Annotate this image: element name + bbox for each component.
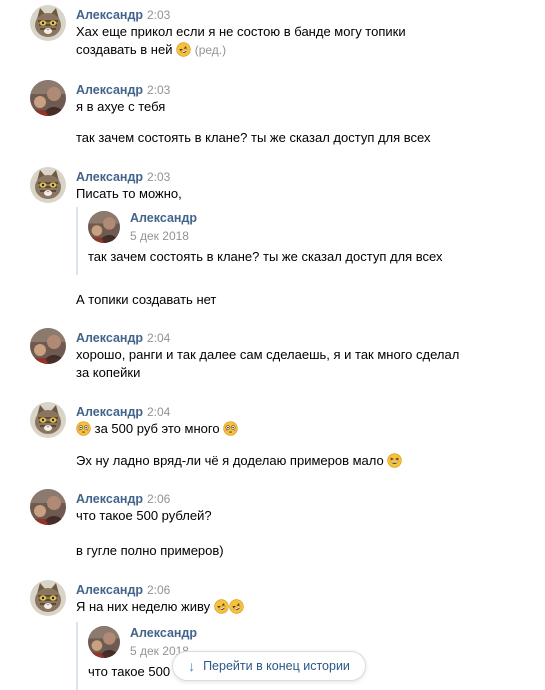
avatar[interactable] (30, 167, 66, 203)
message-text: Эх ну ладно вряд-ли чё я доделаю примеро… (76, 452, 402, 470)
message-text: что такое 500 рублей? (76, 507, 212, 525)
avatar[interactable] (30, 328, 66, 364)
message-text: Писать то можно, (76, 185, 182, 203)
message-text: Я на них неделю живу (76, 598, 244, 616)
forwarded-message[interactable]: Александр 5 дек 2018 так зачем состоять в … (76, 207, 498, 275)
quoted-author-name[interactable]: Александр (130, 626, 197, 640)
arrow-down-icon: ↓ (188, 658, 196, 674)
message-time[interactable]: 2:03 (147, 170, 170, 184)
author-name[interactable]: Александр (76, 170, 143, 184)
avatar[interactable] (30, 489, 66, 525)
message-text: создавать в ней (ред.) (76, 41, 226, 59)
message-line: в гугле полно примеров) (76, 543, 224, 558)
author-name[interactable]: Александр (76, 405, 143, 419)
message-time[interactable]: 2:03 (147, 8, 170, 22)
rofl-emoji-icon (229, 599, 244, 614)
quoted-avatar[interactable] (88, 211, 120, 243)
message-line: Эх ну ладно вряд-ли чё я доделаю примеро… (76, 453, 384, 468)
message-time[interactable]: 2:03 (147, 83, 170, 97)
message-line: Я на них неделю живу (76, 599, 211, 614)
message-line: Писать то можно, (76, 186, 182, 201)
quoted-author-name[interactable]: Александр (130, 211, 197, 225)
message-line: Хах еще прикол если я не состою в банде … (76, 24, 406, 39)
jump-to-end-label: Перейти в конец истории (203, 659, 350, 673)
message-time[interactable]: 2:06 (147, 492, 170, 506)
message-line: за копейки (76, 365, 141, 380)
author-name[interactable]: Александр (76, 492, 143, 506)
message-line: хорошо, ранги и так далее сам сделаешь, … (76, 347, 460, 362)
message-line: создавать в ней (76, 42, 173, 57)
author-name[interactable]: Александр (76, 8, 143, 22)
message-time[interactable]: 2:04 (147, 405, 170, 419)
message-text: за 500 руб это много (76, 420, 238, 438)
flushed-emoji-icon (76, 421, 91, 436)
rofl-emoji-icon (214, 599, 229, 614)
avatar[interactable] (30, 80, 66, 116)
message-time[interactable]: 2:04 (147, 331, 170, 345)
author-name[interactable]: Александр (76, 331, 143, 345)
message-line: так зачем состоять в клане? ты же сказал… (76, 130, 431, 145)
message-text: я в ахуе с тебя (76, 98, 165, 116)
message-line: А топики создавать нет (76, 292, 217, 307)
message-text: хорошо, ранги и так далее сам сделаешь, … (76, 346, 459, 364)
avatar[interactable] (30, 5, 66, 41)
edited-label[interactable]: (ред.) (195, 43, 226, 57)
avatar[interactable] (30, 402, 66, 438)
message-text: в гугле полно примеров) (76, 542, 224, 560)
quoted-text: что такое 500 (88, 664, 171, 679)
rofl-emoji-icon (176, 42, 191, 57)
message-text: Хах еще прикол если я не состою в банде … (76, 23, 406, 41)
quoted-avatar[interactable] (88, 626, 120, 658)
author-name[interactable]: Александр (76, 583, 143, 597)
message-text: А топики создавать нет (76, 291, 216, 309)
message-text: за копейки (76, 364, 140, 382)
avatar[interactable] (30, 580, 66, 616)
jump-to-end-button[interactable]: ↓ Перейти в конец истории (172, 651, 366, 681)
message-time[interactable]: 2:06 (147, 583, 170, 597)
quoted-text: так зачем состоять в клане? ты же сказал… (88, 249, 443, 264)
author-name[interactable]: Александр (76, 83, 143, 97)
message-line: за 500 руб это много (94, 421, 220, 436)
quoted-date: 5 дек 2018 (130, 229, 189, 243)
message-line: я в ахуе с тебя (76, 99, 166, 114)
message-text: так зачем состоять в клане? ты же сказал… (76, 129, 431, 147)
laughing-emoji-icon (387, 453, 402, 468)
flushed-emoji-icon (223, 421, 238, 436)
message-line: что такое 500 рублей? (76, 508, 212, 523)
